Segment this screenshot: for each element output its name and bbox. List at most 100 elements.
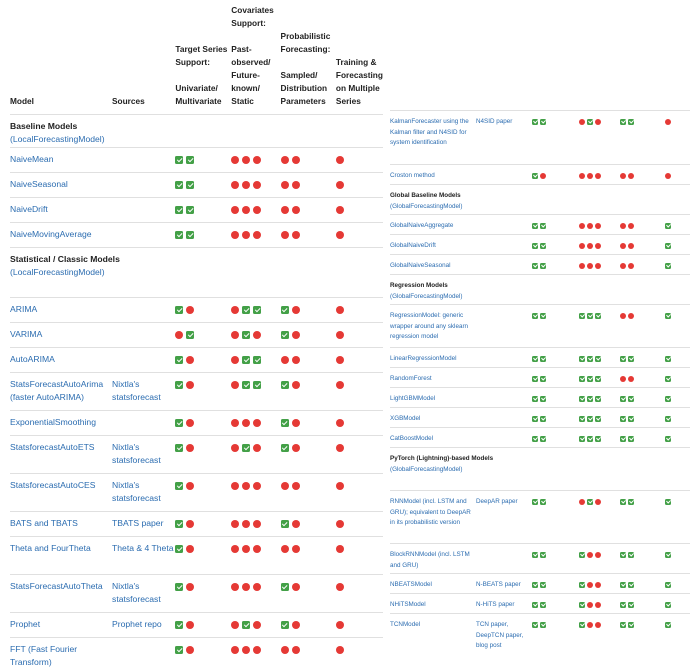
model-row: ARIMA [10, 297, 383, 323]
source-link[interactable]: Nixtla's statsforecast [112, 581, 161, 604]
source-link[interactable]: Nixtla's statsforecast [112, 379, 161, 402]
model-link[interactable]: RNNModel (incl. LSTM and GRU); equivalen… [390, 498, 471, 526]
model-cell: RandomForest [390, 367, 476, 388]
source-link[interactable]: Nixtla's statsforecast [112, 480, 161, 503]
model-link[interactable]: BlockRNNModel (incl. LSTM and GRU) [390, 551, 470, 569]
model-link[interactable]: VARIMA [10, 329, 42, 339]
model-link[interactable]: NBEATSModel [390, 581, 432, 588]
source-link[interactable]: Prophet repo [112, 619, 162, 629]
green-check-icon [532, 415, 538, 422]
source-link[interactable]: DeepAR paper [476, 498, 518, 505]
source-cell [112, 637, 176, 669]
red-circle-icon [231, 231, 240, 240]
source-cell [112, 297, 176, 323]
model-link[interactable]: NaiveMovingAverage [10, 229, 92, 239]
support-cell-m [665, 490, 690, 544]
green-check-icon [175, 646, 184, 655]
model-link[interactable]: ARIMA [10, 304, 37, 314]
model-cell: GlobalNaiveDrift [390, 234, 476, 255]
model-cell: StatsForecastAutoTheta [10, 574, 113, 613]
source-link[interactable]: Nixtla's statsforecast [112, 442, 161, 465]
source-link[interactable]: N-BEATS paper [476, 581, 521, 588]
support-cell-c [231, 511, 281, 537]
support-cell-c [579, 490, 620, 544]
green-check-icon [532, 355, 538, 362]
green-check-icon [587, 415, 593, 422]
red-circle-icon [280, 206, 289, 215]
source-cell: N-HiTS paper [476, 593, 532, 614]
source-link[interactable]: N4SID paper [476, 118, 512, 125]
model-link[interactable]: AutoARIMA [10, 354, 55, 364]
section-link[interactable]: (LocalForecastingModel) [10, 266, 383, 279]
header-training: Training & Forecasting on Multiple Serie… [335, 57, 383, 106]
red-circle-icon [335, 545, 344, 554]
model-link[interactable]: StatsForecastAutoTheta [10, 581, 103, 591]
model-link[interactable]: GlobalNaiveSeasonal [390, 262, 451, 269]
source-link[interactable]: TCN paper, DeepTCN paper, blog post [476, 621, 523, 649]
model-link[interactable]: CatBoostModel [390, 435, 433, 442]
green-check-icon [175, 621, 184, 630]
source-cell [476, 254, 532, 275]
model-link[interactable]: KalmanForecaster using the Kalman filter… [390, 118, 469, 146]
section-row: PyTorch (Lightning)-based Models (GlobalF… [390, 447, 690, 491]
green-check-icon [280, 520, 289, 529]
model-link[interactable]: ExponentialSmoothing [10, 417, 96, 427]
model-link[interactable]: Theta and FourTheta [10, 543, 91, 553]
green-check-icon [540, 415, 546, 422]
model-link[interactable]: StatsforecastAutoETS [10, 442, 95, 452]
model-row: RegressionModel: generic wrapper around … [390, 304, 690, 348]
green-check-icon [579, 395, 585, 402]
model-link[interactable]: NHiTSModel [390, 601, 426, 608]
model-link[interactable]: FFT (Fast Fourier Transform) [10, 644, 77, 667]
red-circle-icon [595, 222, 601, 229]
support-cell-m [665, 427, 690, 448]
model-link[interactable]: XGBModel [390, 415, 420, 422]
model-link[interactable]: StatsForecastAutoArima (faster AutoARIMA… [10, 379, 103, 402]
model-link[interactable]: RegressionModel: generic wrapper around … [390, 312, 468, 340]
support-cell-p [280, 297, 336, 323]
model-link[interactable]: RandomForest [390, 375, 432, 382]
green-check-icon [186, 231, 195, 240]
source-link[interactable]: N-HiTS paper [476, 601, 515, 608]
model-link[interactable]: GlobalNaiveDrift [390, 242, 436, 249]
section-link[interactable]: (LocalForecastingModel) [10, 133, 383, 146]
model-row: FFT (Fast Fourier Transform) [10, 637, 383, 669]
red-circle-icon [186, 306, 195, 315]
model-link[interactable]: NaiveSeasonal [10, 179, 68, 189]
model-link[interactable]: GlobalNaiveAggregate [390, 222, 453, 229]
source-link[interactable]: TBATS paper [112, 518, 163, 528]
section-title: Statistical / Classic Models [10, 254, 120, 264]
model-cell: AutoARIMA [10, 347, 113, 373]
support-cell-t [532, 234, 579, 255]
model-link[interactable]: BATS and TBATS [10, 518, 78, 528]
green-check-icon [253, 306, 262, 315]
model-row: TCNModel TCN paper, DeepTCN paper, blog p… [390, 613, 690, 652]
red-circle-icon [291, 520, 300, 529]
green-check-icon [628, 435, 634, 442]
model-link[interactable]: NaiveDrift [10, 204, 48, 214]
model-link[interactable]: Croston method [390, 172, 435, 179]
model-link[interactable]: Prophet [10, 619, 40, 629]
source-link[interactable]: Theta & 4 Theta [112, 543, 173, 553]
model-link[interactable]: LightGBMModel [390, 395, 435, 402]
model-link[interactable]: NaiveMean [10, 154, 53, 164]
model-link[interactable]: LinearRegressionModel [390, 355, 457, 362]
model-link[interactable]: TCNModel [390, 621, 420, 628]
section-cell: Statistical / Classic Models (LocalForeca… [10, 247, 383, 298]
green-check-icon [175, 206, 184, 215]
section-link[interactable]: (GlobalForecastingModel) [390, 202, 690, 213]
red-circle-icon [242, 419, 251, 428]
model-cell: StatsforecastAutoETS [10, 435, 113, 474]
support-cell-p [280, 511, 336, 537]
section-link[interactable]: (GlobalForecastingModel) [390, 292, 690, 303]
model-link[interactable]: StatsforecastAutoCES [10, 480, 96, 490]
green-check-icon [579, 621, 585, 628]
green-check-icon [532, 312, 538, 319]
green-check-icon [595, 395, 601, 402]
red-circle-icon [253, 181, 262, 190]
section-link[interactable]: (GlobalForecastingModel) [390, 465, 690, 476]
support-cell-t [175, 473, 232, 512]
red-circle-icon [253, 482, 262, 491]
red-circle-icon [620, 262, 626, 269]
green-check-icon [280, 306, 289, 315]
